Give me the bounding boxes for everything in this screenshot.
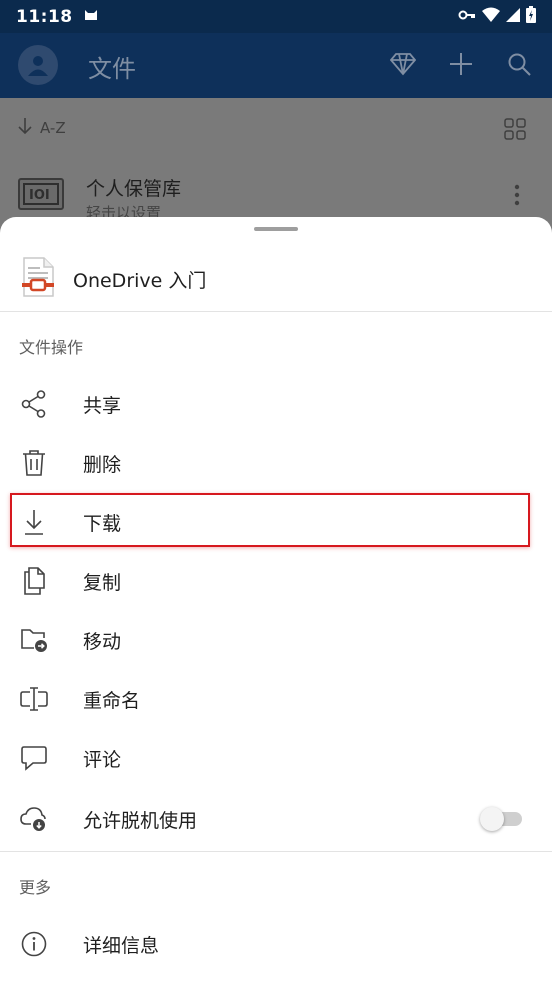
sort-label: A-Z [40,119,66,137]
menu-item-download[interactable]: 下载 [0,494,552,550]
menu-item-label: 下载 [83,512,122,535]
premium-diamond-icon[interactable] [388,49,418,79]
grid-view-icon[interactable] [504,118,526,144]
comment-icon [20,744,48,772]
battery-icon [526,6,536,27]
sort-control[interactable]: A-Z [18,118,66,138]
vpn-key-icon [458,7,476,26]
offline-toggle[interactable] [480,807,522,831]
menu-item-rename[interactable]: 重命名 [0,671,552,727]
menu-item-label: 复制 [83,571,122,594]
action-sheet: OneDrive 入门 文件操作 共享 删除 下载 复制 移动 重命名 评论 允… [0,217,552,983]
toggle-knob [480,807,504,831]
copy-icon [20,567,48,595]
menu-item-details[interactable]: 详细信息 [0,916,552,972]
person-icon [28,56,48,76]
divider [0,851,552,852]
offline-icon [20,805,48,833]
download-icon [20,508,48,536]
move-folder-icon [20,626,48,654]
menu-item-offline[interactable]: 允许脱机使用 [0,791,552,847]
svg-text:IOI: IOI [29,188,50,203]
status-bar: 11:18 [0,0,552,33]
status-time: 11:18 [16,6,73,27]
app-bar: 文件 [0,33,552,98]
search-icon[interactable] [504,49,534,79]
file-header: OneDrive 入门 [0,253,552,311]
info-icon [20,930,48,958]
menu-item-label: 共享 [83,394,122,417]
more-vertical-icon[interactable] [514,184,520,210]
section-label-more: 更多 [19,878,52,897]
menu-item-comment[interactable]: 评论 [0,730,552,786]
arrow-down-icon [18,118,32,138]
vault-title: 个人保管库 [86,178,182,200]
vault-safe-icon: IOI [18,178,64,216]
powerpoint-file-icon [22,257,54,301]
add-icon[interactable] [446,49,476,79]
menu-item-delete[interactable]: 删除 [0,435,552,491]
rename-icon [20,685,48,713]
menu-item-label: 评论 [83,748,122,771]
divider [0,311,552,312]
menu-item-move[interactable]: 移动 [0,612,552,668]
cat-icon [83,7,99,27]
menu-item-copy[interactable]: 复制 [0,553,552,609]
menu-item-label: 允许脱机使用 [83,809,198,832]
avatar[interactable] [18,45,58,85]
menu-item-share[interactable]: 共享 [0,376,552,432]
wifi-icon [482,7,500,27]
trash-icon [20,449,48,477]
page-title: 文件 [88,55,136,83]
menu-item-label: 重命名 [83,689,141,712]
signal-icon [506,7,520,26]
share-icon [20,390,48,418]
drag-handle[interactable] [254,227,298,231]
menu-item-label: 移动 [83,630,122,653]
menu-item-label: 删除 [83,453,122,476]
list-item[interactable]: IOI 个人保管库 轻击以设置 [18,172,534,222]
file-name: OneDrive 入门 [73,270,207,292]
menu-item-label: 详细信息 [83,934,160,957]
section-label-file-ops: 文件操作 [19,338,84,357]
